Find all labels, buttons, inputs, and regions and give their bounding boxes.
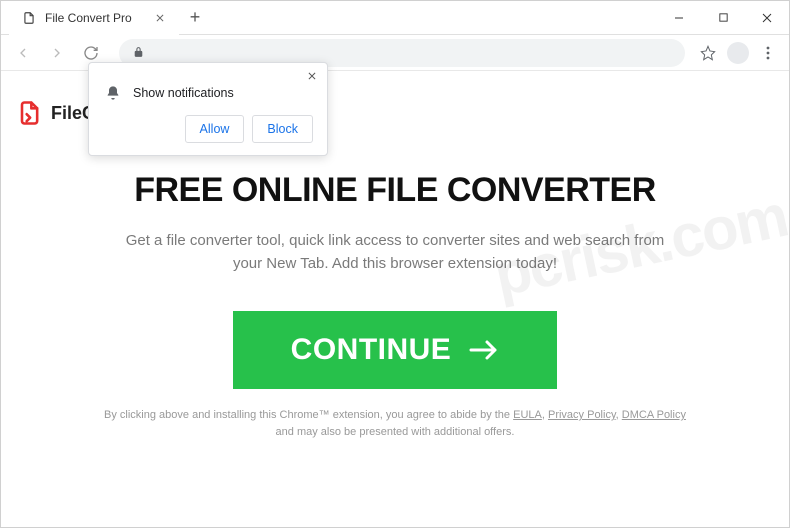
notification-body: Show notifications — [89, 73, 327, 101]
new-tab-button[interactable]: + — [183, 6, 207, 30]
menu-kebab-icon[interactable] — [759, 44, 777, 62]
allow-button[interactable]: Allow — [185, 115, 245, 143]
tab-title: File Convert Pro — [45, 11, 145, 25]
legal-suffix: and may also be presented with additiona… — [276, 426, 515, 438]
brand-logo-icon — [15, 99, 43, 127]
block-button[interactable]: Block — [252, 115, 313, 143]
arrow-right-icon — [469, 339, 499, 361]
address-bar-actions — [699, 42, 777, 64]
browser-tab[interactable]: File Convert Pro — [9, 1, 179, 35]
notification-close-icon[interactable] — [305, 69, 319, 83]
lock-icon[interactable] — [129, 44, 147, 62]
cta-wrapper: CONTINUE — [1, 311, 789, 389]
nav-forward-button[interactable] — [43, 39, 71, 67]
notification-popup: Show notifications Allow Block — [88, 62, 328, 156]
minimize-button[interactable] — [657, 1, 701, 35]
notification-actions: Allow Block — [89, 101, 327, 143]
continue-label: CONTINUE — [291, 333, 452, 367]
window-close-button[interactable] — [745, 1, 789, 35]
tab-bar: File Convert Pro + — [1, 1, 789, 35]
star-icon[interactable] — [699, 44, 717, 62]
continue-button[interactable]: CONTINUE — [233, 311, 558, 389]
nav-back-button[interactable] — [9, 39, 37, 67]
maximize-button[interactable] — [701, 1, 745, 35]
tab-favicon-icon — [21, 10, 37, 26]
hero-title: FREE ONLINE FILE CONVERTER — [1, 171, 789, 210]
tab-close-icon[interactable] — [153, 11, 167, 25]
window-controls — [657, 1, 789, 35]
browser-window: File Convert Pro + — [0, 0, 790, 528]
legal-text: By clicking above and installing this Ch… — [1, 407, 789, 440]
notification-text: Show notifications — [133, 86, 234, 100]
legal-prefix: By clicking above and installing this Ch… — [104, 409, 513, 421]
eula-link[interactable]: EULA — [513, 409, 542, 421]
dmca-link[interactable]: DMCA Policy — [622, 409, 686, 421]
bell-icon — [105, 85, 121, 101]
profile-avatar[interactable] — [727, 42, 749, 64]
hero-subtitle: Get a file converter tool, quick link ac… — [105, 230, 685, 275]
privacy-link[interactable]: Privacy Policy — [548, 409, 616, 421]
